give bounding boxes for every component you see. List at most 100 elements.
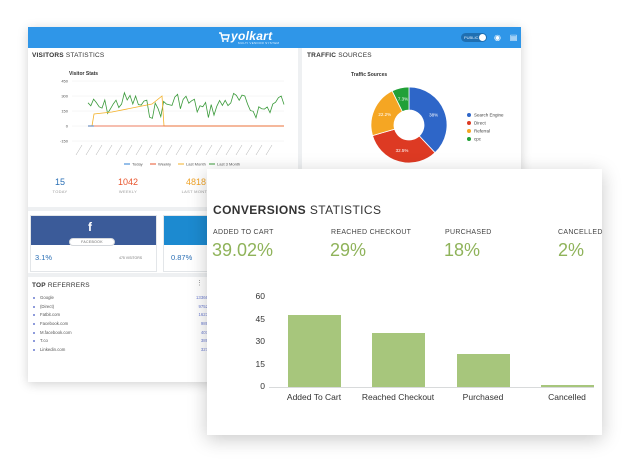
kpi-added-value: 39.02% xyxy=(212,240,274,260)
conversions-title-rest: STATISTICS xyxy=(309,203,382,217)
legend-label: Last Month xyxy=(186,162,206,167)
conversions-window: CONVERSIONS STATISTICS ADDED TO CART 39.… xyxy=(207,169,602,435)
visitors-panel-title: VISITORS STATISTICS xyxy=(32,52,104,59)
x-tick-mark xyxy=(195,144,203,156)
x-tick-mark xyxy=(135,144,143,156)
y-axis-tick: 0 xyxy=(260,381,265,391)
bar-reached-checkout[interactable] xyxy=(371,333,425,387)
legend-label: Weekly xyxy=(158,162,171,167)
referrer-name: Linkedin.com xyxy=(40,347,66,353)
x-axis-label: Reached Checkout xyxy=(361,392,435,402)
x-tick-mark xyxy=(145,144,153,156)
referrer-name: Facebook.com xyxy=(40,321,69,327)
visitor-stats-chart: Visitor Stats 450 300 150 0 -150 Today Weekly L… xyxy=(60,71,285,167)
x-tick-mark xyxy=(205,144,213,156)
x-tick-mark xyxy=(225,144,233,156)
visitor-y-tick: 450 xyxy=(61,79,68,84)
referrer-name: M.facebook.com xyxy=(40,329,72,335)
x-axis-label: Added To Cart xyxy=(286,392,342,402)
referrer-row[interactable]: M.facebook.com 407 xyxy=(32,329,208,338)
x-tick-mark xyxy=(125,144,133,156)
stat-weekly-value: 1042 xyxy=(117,177,139,187)
bullet-icon xyxy=(33,297,35,299)
x-tick-mark xyxy=(185,144,193,156)
y-axis-tick: 15 xyxy=(255,358,265,369)
legend-label: Today xyxy=(132,162,143,167)
x-tick-mark xyxy=(265,144,273,156)
referrers-title-bold: TOP xyxy=(32,282,46,289)
x-tick-mark xyxy=(235,144,243,156)
facebook-card[interactable]: f FACEBOOK 3.1% 475 VISITORS xyxy=(30,215,157,272)
referrers-title-rest: REFERRERS xyxy=(47,282,90,289)
bullet-icon xyxy=(33,349,35,352)
referrer-name: Google xyxy=(40,295,54,300)
facebook-percent: 3.1% xyxy=(35,253,53,262)
pie-legend-label: Search Engine xyxy=(474,113,504,118)
bullet-icon xyxy=(33,323,35,326)
pie-legend-swatch xyxy=(467,121,471,125)
cart-logo-icon xyxy=(219,32,230,42)
bullet-icon xyxy=(33,305,35,308)
pie-legend-label: Referral xyxy=(474,129,490,134)
x-tick-mark xyxy=(215,144,223,156)
referrer-row[interactable]: (Direct) 9752 xyxy=(32,303,208,312)
x-tick-mark xyxy=(255,144,263,156)
referrer-name: Fatbit.com xyxy=(40,312,61,318)
referrer-row[interactable]: Google 13366 xyxy=(32,294,208,303)
x-tick-mark xyxy=(155,144,163,156)
screenshot-stage: yolkart MULTI VENDOR SYSTEM PUBLIC ◉ ▤ V… xyxy=(0,0,627,464)
referrers-list: Google 13366 (Direct) 9752 Fatbit.com 1623 Fac… xyxy=(32,294,208,355)
bar-purchased[interactable] xyxy=(456,354,510,387)
referrer-row[interactable]: T.co 389 xyxy=(32,337,208,346)
pie-legend-label: Direct xyxy=(474,121,487,126)
kpi-cancelled-value: 2% xyxy=(558,240,585,260)
brand-tagline: MULTI VENDOR SYSTEM xyxy=(238,41,280,45)
document-icon[interactable]: ▤ xyxy=(509,33,518,42)
visitor-chart-title: Visitor Stats xyxy=(69,71,98,77)
visitor-y-tick: 300 xyxy=(61,94,68,99)
x-tick-mark xyxy=(175,144,183,156)
toggle-label: PUBLIC xyxy=(464,35,479,40)
facebook-label: FACEBOOK xyxy=(69,238,115,246)
row-divider-2 xyxy=(28,273,228,277)
referrer-row[interactable]: Facebook.com 989 xyxy=(32,320,208,329)
stat-today-label: TODAY xyxy=(52,189,68,194)
visitor-y-tick: 150 xyxy=(61,109,68,114)
x-axis-label: Purchased xyxy=(462,392,504,402)
referrers-panel-title: TOP REFERRERS xyxy=(32,282,90,289)
kpi-checkout-value: 29% xyxy=(330,240,367,260)
pie-legend-swatch xyxy=(467,137,471,141)
x-tick-mark xyxy=(165,144,173,156)
x-tick-mark xyxy=(95,144,103,156)
referrer-row[interactable]: Fatbit.com 1623 xyxy=(32,311,208,320)
pie-slice-label: 32.5% xyxy=(396,148,409,153)
pie-legend-swatch xyxy=(467,113,471,117)
series-last-3-month xyxy=(87,91,285,119)
kpi-cancelled-label: CANCELLED xyxy=(558,229,603,236)
stat-weekly-label: WEEKLY xyxy=(118,189,138,194)
x-tick-mark xyxy=(245,144,253,156)
traffic-title-rest: SOURCES xyxy=(338,52,372,59)
y-axis-tick: 30 xyxy=(255,336,265,346)
stat-today-value: 15 xyxy=(54,177,65,187)
bullet-icon xyxy=(33,331,35,334)
traffic-sources-chart: Traffic Sources 38% 32.5% 22.2% 7.3% Search … xyxy=(351,72,504,164)
pie-slice-label: 38% xyxy=(429,113,438,118)
kpi-checkout-label: REACHED CHECKOUT xyxy=(331,229,412,236)
bar-added-to-cart[interactable] xyxy=(287,315,341,387)
pie-slice-label: 22.2% xyxy=(378,112,391,117)
public-toggle[interactable]: PUBLIC xyxy=(461,33,487,42)
visitor-y-tick: -150 xyxy=(60,139,69,144)
visitors-title-bold: VISITORS xyxy=(32,52,64,59)
kpi-purchased-label: PURCHASED xyxy=(445,229,492,236)
x-axis-line xyxy=(269,387,594,388)
more-options-icon[interactable]: ⋮ xyxy=(196,279,203,287)
globe-icon[interactable]: ◉ xyxy=(493,33,502,42)
conversions-title: CONVERSIONS STATISTICS xyxy=(213,203,381,217)
x-tick-mark xyxy=(115,144,123,156)
referrer-row[interactable]: Linkedin.com 327 xyxy=(32,346,208,355)
traffic-panel-title: TRAFFIC SOURCES xyxy=(307,52,372,59)
facebook-visitors: 475 VISITORS xyxy=(119,256,143,260)
toggle-knob xyxy=(479,34,486,41)
pie-legend-swatch xyxy=(467,129,471,133)
